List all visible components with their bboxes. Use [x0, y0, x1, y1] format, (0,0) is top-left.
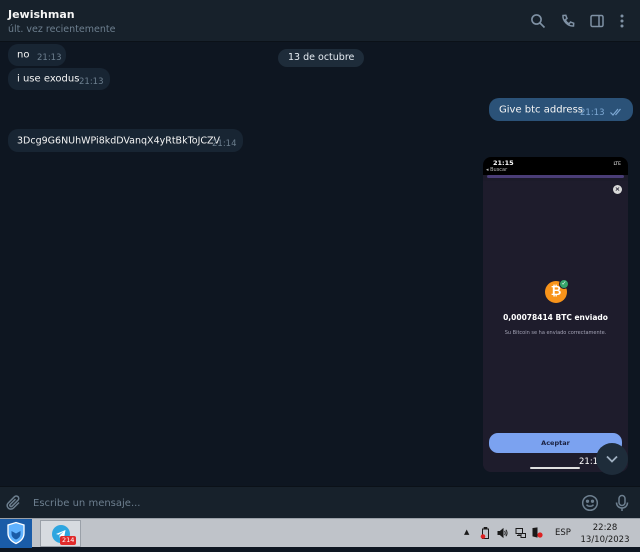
windows-taskbar: 214 ▲ ESP 22:28 13/10/2023 [0, 518, 640, 548]
more-vertical-icon[interactable] [614, 13, 630, 29]
microphone-icon[interactable] [614, 494, 630, 512]
message-bubble[interactable]: 3Dcg9G6NUhWPi8kdDVanqX4yRtBkToJCZV 21:14 [8, 129, 243, 152]
message-time: 21:13 [79, 77, 104, 87]
date-separator: 13 de octubre [278, 49, 365, 67]
phone-status-bar: 21:15 ◂ Buscar LTE [483, 157, 628, 175]
language-indicator[interactable]: ESP [555, 528, 571, 538]
taskbar-clock[interactable]: 22:28 13/10/2023 [580, 522, 630, 546]
clock-date: 13/10/2023 [580, 535, 630, 545]
clock-time: 22:28 [592, 523, 618, 533]
home-indicator [530, 467, 580, 469]
message-text: Give btc address [499, 104, 584, 115]
telegram-window: Jewishman últ. vez recientemente 13 de o… [0, 0, 640, 518]
chat-title[interactable]: Jewishman [8, 8, 75, 21]
message-text: 3Dcg9G6NUhWPi8kdDVanqX4yRtBkToJCZV [17, 135, 221, 146]
vpn-shield-icon[interactable] [0, 519, 32, 548]
unread-badge: 214 [60, 536, 77, 545]
emoji-icon[interactable] [581, 494, 599, 512]
paperclip-icon[interactable] [6, 495, 22, 511]
network-icon[interactable] [515, 527, 526, 539]
phone-icon[interactable] [560, 13, 576, 29]
chevron-down-icon [606, 455, 618, 463]
telegram-taskbar-button[interactable]: 214 [40, 520, 81, 547]
message-text: no [17, 49, 30, 61]
sent-amount-text: 0,00078414 BTC enviado [503, 313, 608, 322]
message-text: i use exodus [17, 73, 80, 85]
message-bubble-outgoing[interactable]: Give btc address 21:13 [489, 98, 633, 121]
sidebar-toggle-icon[interactable] [589, 13, 605, 29]
sent-subtitle: Su Bitcoin se ha enviado correctamente. [504, 330, 607, 336]
security-center-icon[interactable] [532, 527, 543, 539]
close-icon: × [613, 185, 622, 194]
phone-network-label: LTE [613, 162, 621, 167]
message-composer [0, 486, 640, 518]
phone-status-time: 21:15 [493, 159, 514, 167]
phone-back-label: ◂ Buscar [486, 167, 508, 173]
chat-header[interactable]: Jewishman últ. vez recientemente [0, 0, 640, 42]
scroll-to-bottom-button[interactable] [596, 443, 628, 475]
phone-sheet [483, 181, 628, 472]
search-icon[interactable] [530, 13, 546, 29]
message-time: 21:13 [580, 108, 605, 118]
message-time: 21:13 [37, 53, 62, 63]
photo-message[interactable]: 21:15 ◂ Buscar LTE × ₿ ✓ 0,00078414 BTC … [483, 157, 628, 472]
message-bubble[interactable]: no 21:13 [8, 44, 66, 66]
phone-top-bar [487, 175, 624, 178]
read-check-icon [610, 108, 624, 116]
battery-alert-icon[interactable] [480, 527, 491, 539]
chat-last-seen: últ. vez recientemente [8, 24, 116, 35]
check-icon: ✓ [559, 279, 569, 289]
message-input[interactable] [33, 495, 563, 511]
tray-overflow-icon[interactable]: ▲ [464, 528, 469, 542]
message-time: 21:14 [212, 139, 237, 149]
volume-icon[interactable] [497, 527, 508, 539]
message-bubble[interactable]: i use exodus 21:13 [8, 68, 110, 90]
